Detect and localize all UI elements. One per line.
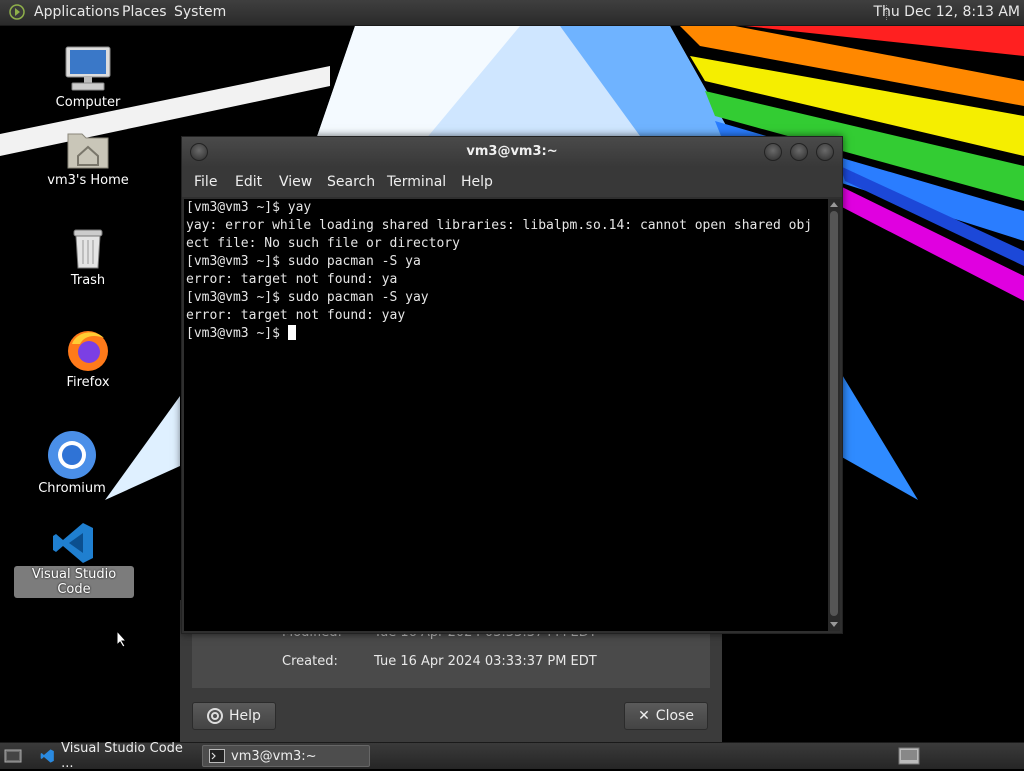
terminal-line: [vm3@vm3 ~]$ yay [186, 200, 312, 215]
workspace-switcher-icon[interactable] [898, 747, 920, 765]
scroll-up-icon[interactable] [830, 202, 838, 207]
terminal-output[interactable]: [vm3@vm3 ~]$ yay yay: error while loadin… [184, 199, 828, 631]
close-window-icon[interactable] [816, 143, 834, 161]
terminal-titlebar[interactable]: vm3@vm3:~ [182, 137, 842, 167]
distro-logo-icon[interactable] [9, 4, 25, 20]
menu-terminal[interactable]: Terminal [387, 174, 446, 190]
desktop-icon-label: Trash [70, 273, 106, 288]
terminal-prompt: [vm3@vm3 ~]$ [186, 326, 288, 341]
taskbar-item-vscode[interactable]: Visual Studio Code ... [34, 741, 198, 771]
menu-search[interactable]: Search [327, 174, 375, 190]
scrollbar-thumb[interactable] [830, 211, 838, 616]
desktop-icon-chromium[interactable]: Chromium [12, 430, 132, 497]
terminal-line: yay: error while loading shared librarie… [186, 218, 813, 233]
menu-edit[interactable]: Edit [235, 174, 262, 190]
home-folder-icon [67, 133, 109, 169]
vscode-icon [40, 749, 54, 763]
vscode-icon [53, 523, 93, 563]
text-cursor [287, 325, 296, 340]
menu-view[interactable]: View [279, 174, 312, 190]
mouse-pointer-icon [116, 630, 128, 648]
maximize-icon[interactable] [790, 143, 808, 161]
menu-help[interactable]: Help [461, 174, 493, 190]
chromium-icon [48, 431, 96, 479]
terminal-window[interactable]: vm3@vm3:~ File Edit View Search Terminal… [181, 136, 843, 634]
close-button-label: Close [655, 708, 694, 724]
desktop-icon-label: vm3's Home [47, 173, 129, 188]
firefox-icon [68, 331, 108, 371]
bottom-panel: Visual Studio Code ... vm3@vm3:~ [0, 741, 1024, 771]
top-panel: Applications Places System Thu Dec 12, 8… [0, 0, 1024, 26]
desktop-icon-label: Computer [55, 95, 121, 110]
terminal-line: ect file: No such file or directory [186, 236, 460, 251]
terminal-line: [vm3@vm3 ~]$ sudo pacman -S yay [186, 290, 429, 305]
terminal-line: error: target not found: ya [186, 272, 398, 287]
clock[interactable]: Thu Dec 12, 8:13 AM [873, 4, 1020, 20]
taskbar-item-terminal[interactable]: vm3@vm3:~ [202, 745, 370, 767]
desktop-icon-home[interactable]: vm3's Home [28, 126, 148, 189]
minimize-icon[interactable] [764, 143, 782, 161]
help-button-label: Help [229, 708, 261, 724]
scroll-down-icon[interactable] [830, 622, 838, 627]
show-desktop-icon[interactable] [4, 748, 22, 764]
terminal-icon [209, 749, 225, 763]
applications-menu[interactable]: Applications [34, 4, 120, 20]
created-label: Created: [282, 654, 338, 669]
places-menu[interactable]: Places [122, 4, 167, 20]
terminal-menubar: File Edit View Search Terminal Help [182, 167, 842, 197]
terminal-line: [vm3@vm3 ~]$ sudo pacman -S ya [186, 254, 421, 269]
close-icon: ✕ [638, 708, 650, 724]
desktop-icon-trash[interactable]: Trash [28, 226, 148, 289]
terminal-scrollbar[interactable] [828, 199, 840, 631]
trash-icon [73, 229, 103, 269]
desktop-icon-firefox[interactable]: Firefox [28, 326, 148, 391]
close-button[interactable]: ✕ Close [624, 702, 708, 730]
created-value: Tue 16 Apr 2024 03:33:37 PM EDT [374, 654, 597, 669]
help-icon [207, 708, 224, 724]
taskbar-item-label: Visual Studio Code ... [61, 741, 183, 771]
window-title: vm3@vm3:~ [466, 144, 558, 159]
help-button[interactable]: Help [192, 702, 276, 730]
menu-file[interactable]: File [194, 174, 217, 190]
desktop-icon-label: Firefox [66, 375, 110, 390]
desktop-icon-label: Chromium [38, 481, 106, 496]
desktop-icon-computer[interactable]: Computer [28, 44, 148, 111]
desktop-icon-vscode[interactable]: Visual Studio Code [14, 520, 134, 598]
taskbar-item-label: vm3@vm3:~ [231, 748, 317, 764]
computer-icon [65, 46, 111, 91]
system-menu[interactable]: System [174, 4, 226, 20]
desktop-icon-label: Visual Studio Code [14, 566, 134, 598]
terminal-line: error: target not found: yay [186, 308, 406, 323]
terminal-prompt-line[interactable]: [vm3@vm3 ~]$ [186, 325, 828, 343]
